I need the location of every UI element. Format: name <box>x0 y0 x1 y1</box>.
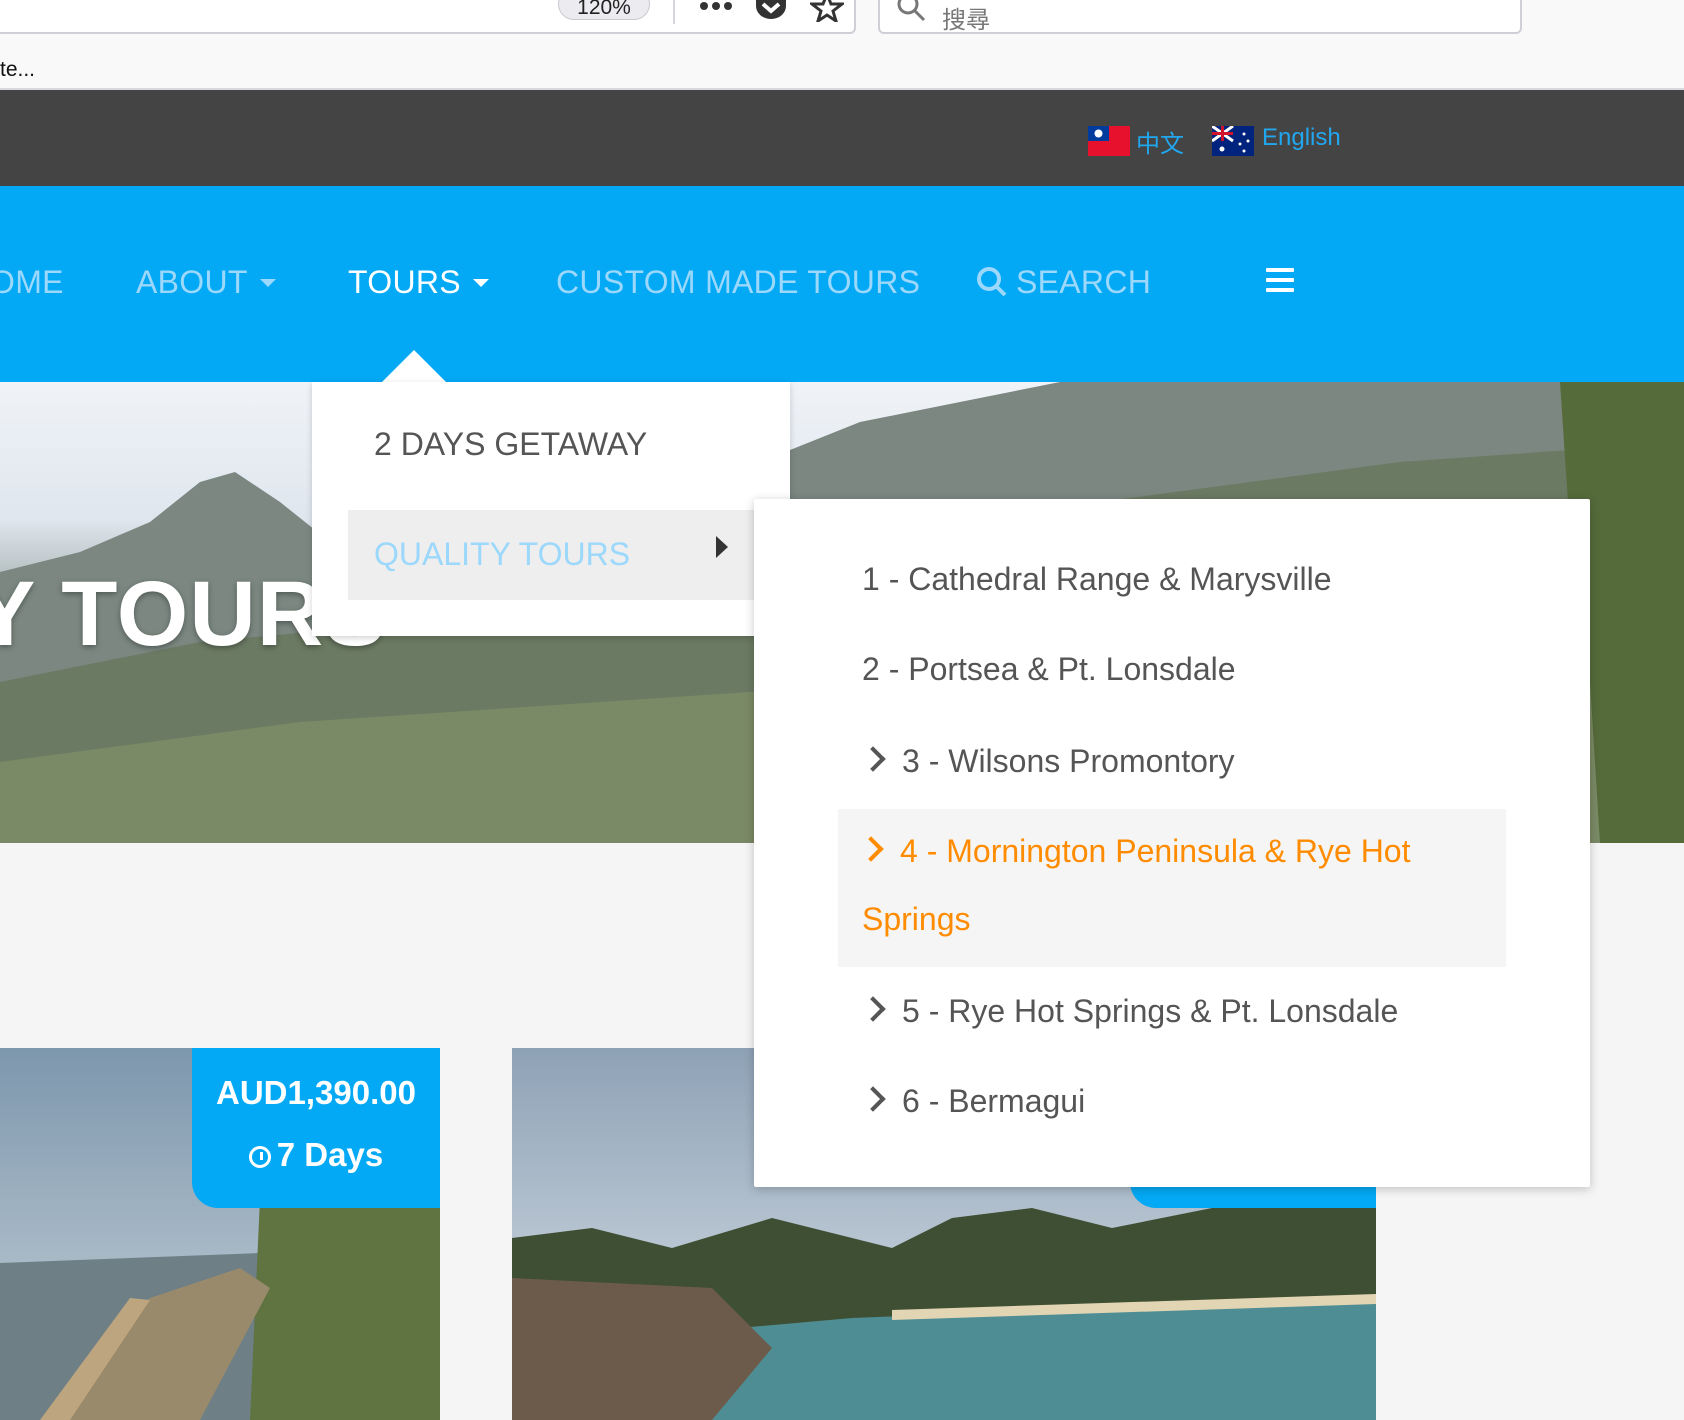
bookmark-item[interactable]: te... <box>0 58 35 82</box>
tour-price: AUD1,390.00 <box>216 1074 416 1111</box>
search-icon <box>897 0 926 22</box>
language-bar: 中文 English <box>0 90 1684 186</box>
pocket-icon[interactable] <box>754 0 788 20</box>
browser-search-box[interactable]: 搜尋 <box>878 0 1522 34</box>
lang-chinese-link[interactable]: 中文 <box>1136 124 1184 159</box>
clock-icon <box>248 1146 271 1168</box>
tour-duration-label: 7 Days <box>276 1136 384 1173</box>
hamburger-menu-icon[interactable] <box>1266 268 1294 298</box>
chevron-right-icon <box>858 836 884 862</box>
browser-toolbar: 120% 搜尋 <box>0 0 1684 52</box>
url-bar-separator <box>673 0 675 24</box>
taiwan-flag-icon <box>1088 126 1130 156</box>
submenu-item-4: 4 - Mornington Peninsula & Rye Hot Sprin… <box>858 817 1482 953</box>
bookmark-star-icon[interactable] <box>810 0 844 22</box>
dropdown-item-label: QUALITY TOURS <box>374 536 631 572</box>
caret-right-icon <box>716 536 728 558</box>
submenu-item-label: 4 - Mornington Peninsula & Rye Hot Sprin… <box>862 833 1411 937</box>
chevron-right-icon <box>860 746 886 772</box>
submenu-item-4-highlighted[interactable]: 4 - Mornington Peninsula & Rye Hot Sprin… <box>838 809 1506 967</box>
submenu-item-6[interactable]: 6 - Bermagui <box>860 1083 1086 1120</box>
search-icon <box>977 266 1007 296</box>
nav-about[interactable]: ABOUT <box>136 264 276 301</box>
submenu-item-3[interactable]: 3 - Wilsons Promontory <box>860 743 1235 780</box>
nav-tours[interactable]: TOURS <box>348 264 489 301</box>
dropdown-item-quality-tours[interactable]: QUALITY TOURS <box>348 510 766 600</box>
nav-about-label: ABOUT <box>136 264 248 300</box>
submenu-item-5[interactable]: 5 - Rye Hot Springs & Pt. Lonsdale <box>860 993 1399 1030</box>
nav-tours-label: TOURS <box>348 264 461 300</box>
nav-home[interactable]: OME <box>0 264 64 301</box>
nav-search[interactable]: SEARCH <box>976 264 1151 301</box>
bookmarks-bar: te... <box>0 52 1684 90</box>
tour-duration: 7 Days <box>192 1136 440 1174</box>
chevron-right-icon <box>860 1086 886 1112</box>
zoom-level-button[interactable]: 120% <box>558 0 650 20</box>
price-badge: AUD1,390.00 7 Days <box>192 1048 440 1208</box>
chevron-right-icon <box>860 996 886 1022</box>
dropdown-item-2-days-getaway[interactable]: 2 DAYS GETAWAY <box>374 426 647 463</box>
caret-down-icon <box>259 278 276 287</box>
caret-down-icon <box>472 278 489 287</box>
dropdown-pointer <box>382 350 446 382</box>
main-nav: OME ABOUT TOURS CUSTOM MADE TOURS SEARCH <box>0 186 1684 382</box>
submenu-item-2[interactable]: 2 - Portsea & Pt. Lonsdale <box>862 651 1236 688</box>
nav-search-label: SEARCH <box>1016 264 1152 300</box>
tours-dropdown: 2 DAYS GETAWAY QUALITY TOURS <box>312 382 790 636</box>
submenu-item-label: 3 - Wilsons Promontory <box>902 743 1235 779</box>
submenu-item-label: 5 - Rye Hot Springs & Pt. Lonsdale <box>902 993 1399 1029</box>
australia-flag-icon <box>1212 126 1254 156</box>
quality-tours-submenu: 1 - Cathedral Range & Marysville 2 - Por… <box>754 499 1590 1187</box>
lang-english-link[interactable]: English <box>1262 124 1341 152</box>
nav-custom-made-tours[interactable]: CUSTOM MADE TOURS <box>556 264 920 301</box>
page-actions-icon[interactable] <box>698 0 734 18</box>
submenu-item-1[interactable]: 1 - Cathedral Range & Marysville <box>862 561 1332 598</box>
submenu-item-label: 6 - Bermagui <box>902 1083 1086 1119</box>
search-placeholder: 搜尋 <box>942 7 990 34</box>
